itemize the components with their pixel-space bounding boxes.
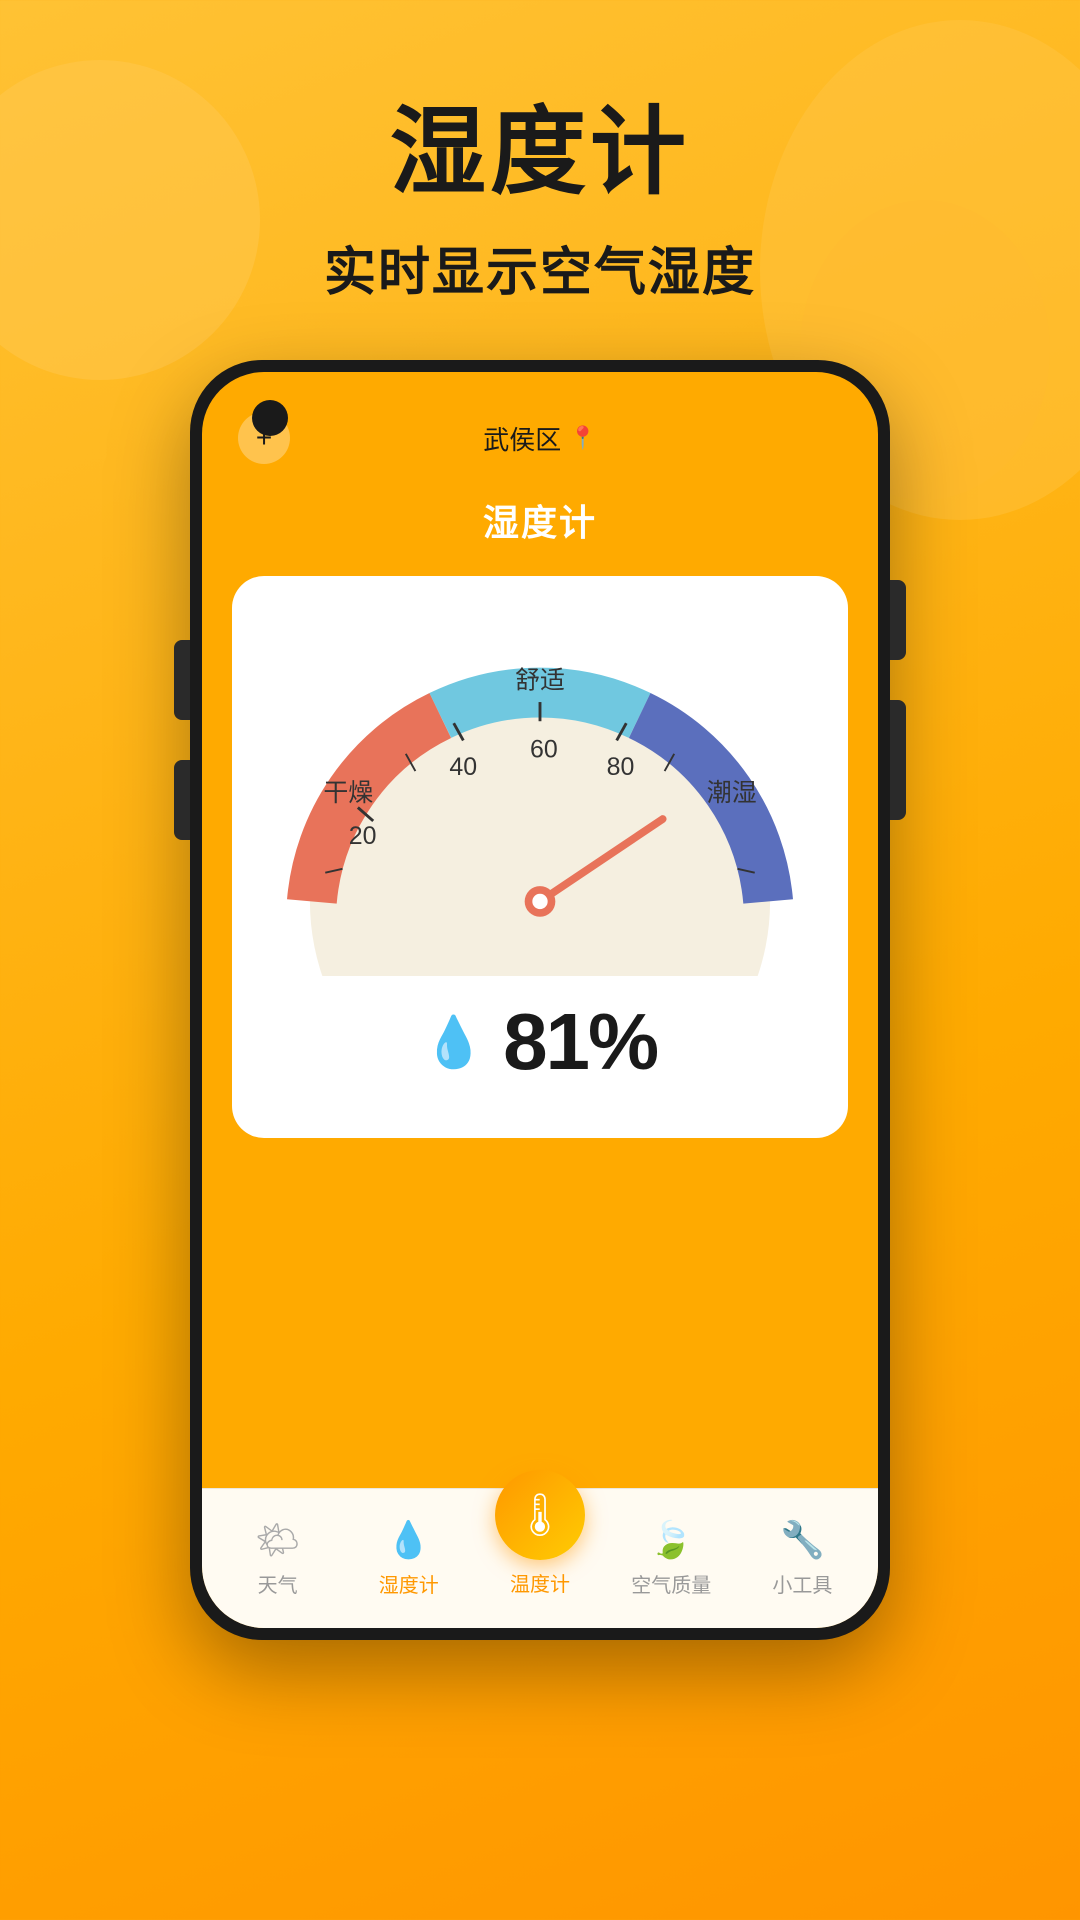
tools-icon: 🔧 <box>780 1519 825 1561</box>
location-pin-icon: 📍 <box>569 425 596 451</box>
nav-label-tools: 小工具 <box>772 1569 832 1598</box>
sub-title: 实时显示空气湿度 <box>0 230 1080 305</box>
nav-label-weather: 天气 <box>258 1569 298 1598</box>
phone-screen: + 武侯区 📍 湿度计 <box>202 372 878 1628</box>
gauge-card: 20 40 60 80 干燥 舒适 <box>232 576 848 1138</box>
nav-item-weather[interactable]: 🌤 天气 <box>212 1519 343 1598</box>
gauge-container: 20 40 60 80 干燥 舒适 <box>262 616 818 976</box>
nav-item-humidity[interactable]: 💧 湿度计 <box>343 1519 474 1598</box>
svg-text:干燥: 干燥 <box>323 779 373 807</box>
svg-text:潮湿: 潮湿 <box>707 779 757 807</box>
nav-item-air[interactable]: 🍃 空气质量 <box>606 1519 737 1598</box>
humidity-value: 81% <box>503 996 657 1088</box>
nav-item-tools[interactable]: 🔧 小工具 <box>737 1519 868 1598</box>
humidity-nav-icon: 💧 <box>386 1519 431 1561</box>
weather-icon: 🌤 <box>255 1519 301 1561</box>
nav-label-thermometer: 温度计 <box>510 1568 570 1597</box>
location-area[interactable]: 武侯区 📍 <box>483 420 596 457</box>
main-title: 湿度计 <box>0 100 1080 206</box>
phone-header: + 武侯区 📍 <box>202 372 878 484</box>
side-button-power <box>890 580 906 660</box>
nav-label-humidity: 湿度计 <box>379 1569 439 1598</box>
top-section: 湿度计 实时显示空气湿度 <box>0 0 1080 305</box>
nav-center-circle: 🌡 <box>495 1470 585 1560</box>
phone-mockup: + 武侯区 📍 湿度计 <box>190 360 890 1640</box>
gauge-svg: 20 40 60 80 干燥 舒适 <box>262 616 818 976</box>
svg-text:20: 20 <box>349 822 377 850</box>
nav-item-thermometer[interactable]: 🌡 温度计 <box>474 1470 605 1597</box>
svg-text:40: 40 <box>449 753 477 781</box>
bottom-nav: 🌤 天气 💧 湿度计 🌡 温度计 🍃 <box>202 1488 878 1628</box>
thermometer-icon: 🌡 <box>513 1491 566 1540</box>
phone-frame: + 武侯区 📍 湿度计 <box>190 360 890 1640</box>
side-button-volume-up <box>890 700 906 820</box>
side-button-volume-down-1 <box>174 640 190 720</box>
location-text: 武侯区 <box>483 420 561 457</box>
page-title: 湿度计 <box>202 484 878 576</box>
phone-content: + 武侯区 📍 湿度计 <box>202 372 878 1628</box>
svg-text:60: 60 <box>530 736 558 764</box>
svg-text:80: 80 <box>607 753 635 781</box>
air-quality-icon: 🍃 <box>649 1519 694 1561</box>
water-drop-icon: 💧 <box>423 1013 485 1072</box>
side-button-volume-down-2 <box>174 760 190 840</box>
nav-label-air: 空气质量 <box>631 1569 711 1598</box>
humidity-display: 💧 81% <box>423 996 657 1088</box>
camera-hole <box>252 400 288 436</box>
svg-text:舒适: 舒适 <box>515 667 565 695</box>
